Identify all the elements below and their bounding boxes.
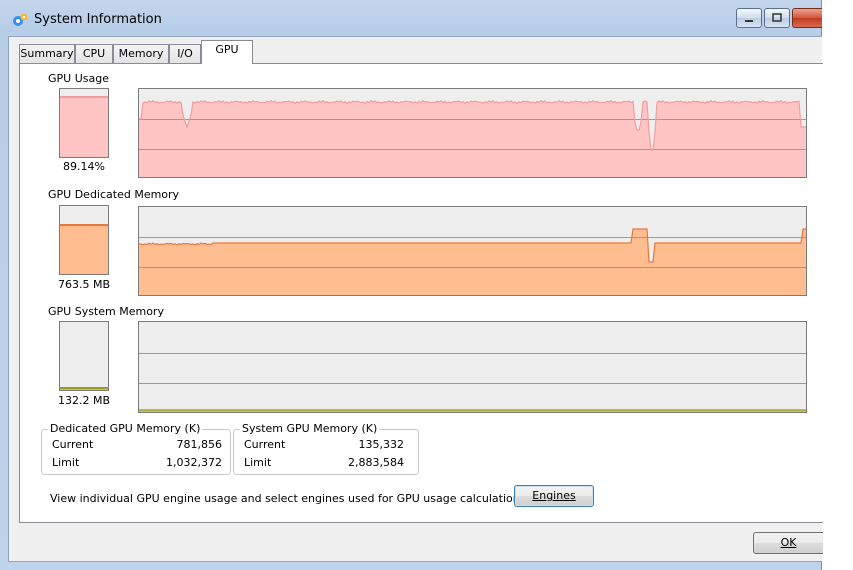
gpu-system-memory-history (139, 353, 806, 412)
dedicated-limit-label: Limit (52, 456, 80, 469)
minimize-button[interactable] (736, 8, 762, 28)
gpu-tab-panel: GPU Usage 89.14% GPU Dedicated Memory 76… (19, 63, 823, 523)
dialog-client-area: Summary CPU Memory I/O GPU GPU Usage 89.… (8, 36, 823, 562)
title-bar[interactable]: System Information (0, 0, 822, 38)
dedicated-limit-value: 1,032,372 (166, 456, 222, 469)
gpu-usage-history (139, 99, 806, 177)
engines-description: View individual GPU engine usage and sel… (50, 492, 530, 505)
dedicated-history-area (139, 229, 806, 295)
close-button[interactable] (792, 8, 822, 28)
system-gpu-memory-group: System GPU Memory (K) Current 135,332 Li… (233, 422, 419, 475)
gpu-dedicated-memory-history (139, 228, 806, 295)
tab-label: Memory (118, 47, 164, 60)
gpu-usage-meter (59, 88, 109, 158)
engines-button[interactable]: Engines (514, 485, 594, 507)
tab-summary[interactable]: Summary (19, 44, 75, 63)
gpu-dedicated-memory-value: 763.5 MB (57, 278, 111, 291)
gpu-usage-meter-fill (60, 96, 108, 157)
system-gpu-memory-group-title: System GPU Memory (K) (240, 422, 380, 435)
system-limit-value: 2,883,584 (348, 456, 404, 469)
gpu-dedicated-memory-meter (59, 205, 109, 275)
system-current-value: 135,332 (358, 438, 405, 451)
gpu-dedicated-memory-meter-fill (60, 223, 108, 274)
dedicated-current-label: Current (52, 438, 94, 451)
gpu-usage-graph (138, 88, 807, 178)
tab-label: GPU (215, 43, 239, 56)
tab-gpu[interactable]: GPU (201, 40, 253, 64)
tab-cpu[interactable]: CPU (75, 44, 113, 63)
usage-history-area (139, 100, 806, 177)
gpu-system-memory-meter-fill (60, 386, 108, 390)
gpu-dedicated-memory-graph (138, 206, 807, 296)
dedicated-current-value: 781,856 (176, 438, 223, 451)
gpu-dedicated-memory-title: GPU Dedicated Memory (48, 188, 180, 201)
ok-button[interactable]: OK (753, 532, 823, 554)
engines-button-label: Engines (532, 489, 576, 502)
ok-button-label: OK (780, 536, 797, 549)
gpu-system-memory-meter (59, 321, 109, 391)
gpu-system-memory-title: GPU System Memory (48, 305, 164, 318)
tab-memory[interactable]: Memory (113, 44, 169, 63)
tab-label: Summary (20, 47, 74, 60)
maximize-icon (772, 13, 782, 22)
gpu-usage-value: 89.14% (63, 160, 105, 173)
dedicated-gpu-memory-group-title: Dedicated GPU Memory (K) (48, 422, 203, 435)
tab-label: I/O (177, 47, 193, 60)
dedicated-gpu-memory-group: Dedicated GPU Memory (K) Current 781,856… (41, 422, 231, 475)
window-title: System Information (34, 12, 162, 27)
maximize-button[interactable] (764, 8, 790, 28)
gpu-system-memory-graph (138, 321, 807, 413)
system-info-icon (13, 13, 28, 26)
tab-io[interactable]: I/O (169, 44, 201, 63)
tab-label: CPU (82, 47, 106, 60)
minimize-icon (745, 20, 753, 22)
system-information-window: System Information Summary CPU Memory I/… (0, 0, 823, 570)
system-current-label: Current (244, 438, 286, 451)
system-limit-label: Limit (244, 456, 272, 469)
gpu-usage-title: GPU Usage (48, 72, 109, 85)
gpu-system-memory-value: 132.2 MB (57, 394, 111, 407)
